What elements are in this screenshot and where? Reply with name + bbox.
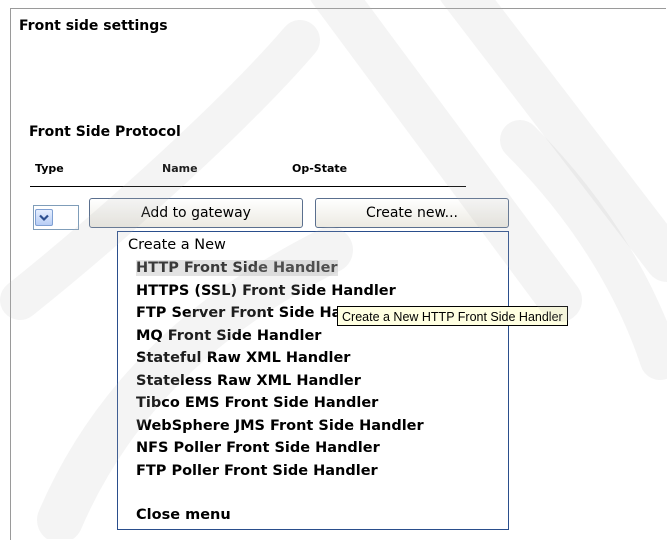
section-title: Front Side Protocol bbox=[29, 124, 181, 140]
menu-header: Create a New bbox=[128, 237, 226, 253]
page-title: Front side settings bbox=[19, 18, 168, 34]
menu-item-stateful-raw-xml-handler[interactable]: Stateful Raw XML Handler bbox=[136, 350, 350, 366]
column-header-op-state: Op-State bbox=[292, 162, 348, 175]
menu-item-websphere-jms-front-side-handler[interactable]: WebSphere JMS Front Side Handler bbox=[136, 418, 424, 434]
menu-item-https-front-side-handler[interactable]: HTTPS (SSL) Front Side Handler bbox=[136, 283, 396, 299]
column-header-type: Type bbox=[35, 162, 64, 175]
chevron-down-icon bbox=[39, 214, 49, 222]
column-header-name: Name bbox=[162, 162, 198, 175]
menu-item-ftp-poller-front-side-handler[interactable]: FTP Poller Front Side Handler bbox=[136, 463, 378, 479]
menu-item-mq-front-side-handler[interactable]: MQ Front Side Handler bbox=[136, 328, 321, 344]
menu-item-http-front-side-handler[interactable]: HTTP Front Side Handler bbox=[136, 260, 338, 276]
menu-item-close-menu[interactable]: Close menu bbox=[136, 507, 231, 523]
menu-item-tooltip: Create a New HTTP Front Side Handler bbox=[337, 306, 568, 326]
menu-item-nfs-poller-front-side-handler[interactable]: NFS Poller Front Side Handler bbox=[136, 440, 380, 456]
type-dropdown-button[interactable] bbox=[35, 209, 53, 226]
create-new-menu: Create a New HTTP Front Side Handler HTT… bbox=[117, 231, 509, 530]
menu-item-stateless-raw-xml-handler[interactable]: Stateless Raw XML Handler bbox=[136, 373, 361, 389]
create-new-button[interactable]: Create new... bbox=[315, 198, 509, 228]
menu-item-tibco-ems-front-side-handler[interactable]: Tibco EMS Front Side Handler bbox=[136, 395, 378, 411]
header-divider bbox=[30, 186, 466, 187]
add-to-gateway-button[interactable]: Add to gateway bbox=[89, 198, 303, 228]
